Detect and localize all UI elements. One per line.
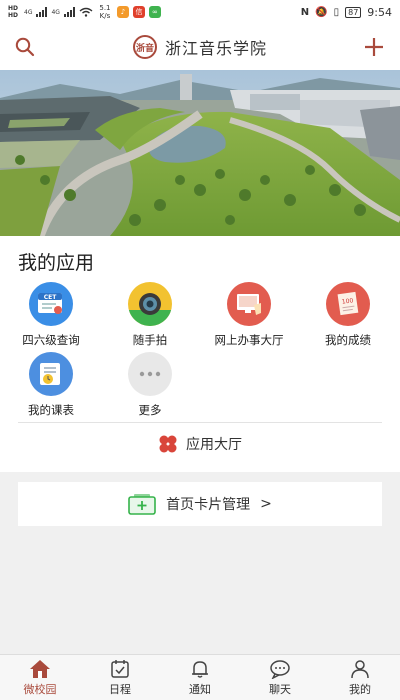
camera-icon (128, 282, 172, 326)
wifi-icon (79, 7, 93, 17)
svg-text:CET: CET (44, 294, 58, 301)
tab-label: 通知 (189, 682, 211, 696)
signal-icon-2 (63, 7, 75, 17)
app-snapshot[interactable]: 随手拍 (105, 282, 195, 348)
notification-app-icon-2: 信 (132, 6, 145, 18)
card-manage-label: 首页卡片管理 (166, 497, 251, 513)
tab-notifications[interactable]: 通知 (160, 655, 240, 700)
tab-schedule[interactable]: 日程 (80, 655, 160, 700)
network-speed: 5.1 K/s (99, 4, 111, 20)
app-timetable[interactable]: 我的课表 (6, 352, 96, 418)
status-bar: HD HD 4G 4G 5.1 K/s ♪ 信 ∞ N 🔕 ▯ 87 9:54 (0, 0, 400, 24)
app-store-label: 应用大厅 (186, 437, 242, 453)
signal-label-2: 4G (51, 8, 60, 16)
calendar-icon (111, 659, 129, 678)
tab-label: 聊天 (269, 682, 291, 696)
app-label: 我的课表 (28, 403, 74, 417)
home-icon (30, 659, 50, 678)
notification-app-icon-3: ∞ (148, 6, 161, 18)
app-cet-query[interactable]: CET 四六级查询 (6, 282, 96, 348)
clock: 9:54 (367, 5, 392, 19)
bell-icon (192, 660, 208, 678)
vibrate-icon: ▯ (333, 6, 340, 18)
more-icon (128, 352, 172, 396)
campus-banner-image[interactable] (0, 70, 400, 236)
bottom-tab-bar: 微校园 日程 通知 聊天 我的 (0, 654, 400, 700)
app-label: 我的成绩 (325, 333, 371, 347)
cet-icon: CET (29, 282, 73, 326)
online-hall-icon (227, 282, 271, 326)
signal-label-1: 4G (24, 8, 33, 16)
tab-campus[interactable]: 微校园 (0, 655, 80, 700)
app-label: 随手拍 (132, 333, 168, 347)
mute-icon: 🔕 (315, 6, 328, 18)
signal-icon (36, 7, 48, 17)
timetable-icon (29, 352, 73, 396)
tab-label: 微校园 (23, 682, 57, 696)
app-label: 网上办事大厅 (214, 333, 284, 347)
battery-icon: 87 (345, 6, 362, 18)
notification-app-icon: ♪ (116, 6, 129, 18)
my-apps-panel: 我的应用 CET 四六级查询 随手拍 网上办事大厅 100 我的成绩 我的课表 … (0, 236, 400, 472)
app-store-button[interactable]: 应用大厅 (0, 434, 400, 454)
page-title: 浙江音乐学院 (164, 39, 267, 58)
search-icon[interactable] (14, 36, 36, 58)
divider (18, 422, 382, 423)
section-title: 我的应用 (18, 252, 95, 274)
status-right: N 🔕 ▯ 87 9:54 (301, 6, 392, 19)
add-card-icon (128, 494, 156, 515)
chat-icon (270, 659, 290, 679)
school-brand: 浙音 浙江音乐学院 (132, 35, 267, 59)
status-left: HD HD 4G 4G 5.1 K/s ♪ 信 ∞ (8, 4, 161, 20)
tab-label: 我的 (349, 682, 371, 696)
school-logo: 浙音 (132, 35, 157, 59)
chevron-right-icon: > (260, 496, 272, 512)
app-header: 浙音 浙江音乐学院 (0, 24, 400, 70)
app-label: 更多 (138, 403, 162, 417)
add-icon[interactable] (362, 35, 386, 59)
home-card-manage-button[interactable]: 首页卡片管理 > (18, 482, 382, 526)
score-icon: 100 (326, 282, 370, 326)
network-badges: HD HD (8, 5, 19, 19)
app-more[interactable]: 更多 (105, 352, 195, 418)
app-online-hall[interactable]: 网上办事大厅 (204, 282, 294, 348)
app-my-score[interactable]: 100 我的成绩 (303, 282, 393, 348)
app-store-icon (159, 435, 177, 453)
tab-label: 日程 (109, 682, 131, 696)
user-icon (351, 659, 369, 678)
nfc-icon: N (300, 6, 310, 18)
tab-chat[interactable]: 聊天 (240, 655, 320, 700)
app-label: 四六级查询 (22, 333, 80, 347)
tab-mine[interactable]: 我的 (320, 655, 400, 700)
